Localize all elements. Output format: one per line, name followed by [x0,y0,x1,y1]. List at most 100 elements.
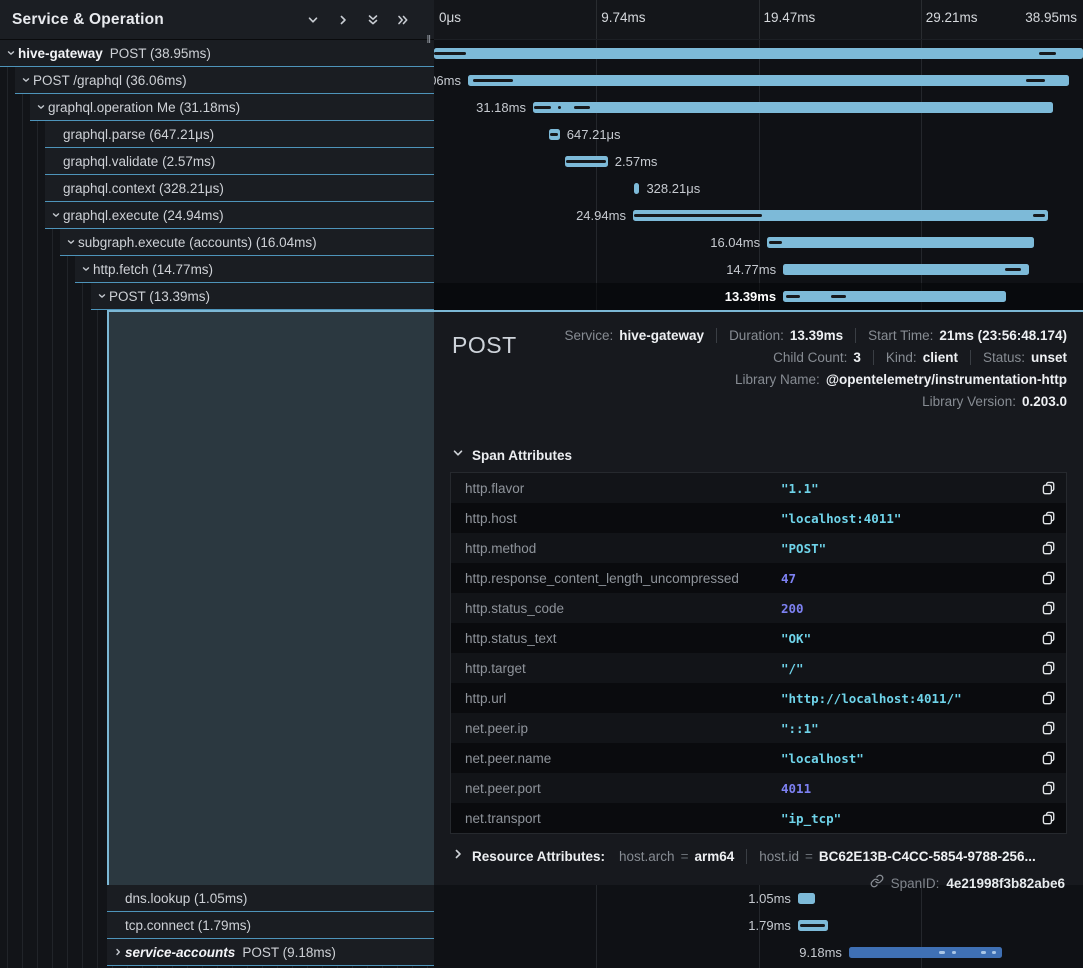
span-label: POST /graphql (36.06ms) [33,73,187,88]
span-row-content[interactable]: graphql.execute (24.94ms) [45,202,434,229]
copy-icon[interactable] [1042,661,1056,675]
span-row-content[interactable]: graphql.validate (2.57ms) [45,148,434,175]
copy-icon[interactable] [1042,631,1056,645]
span-row-content[interactable]: subgraph.execute (accounts) (16.04ms) [60,229,434,256]
span-duration-bar[interactable] [434,48,1083,59]
span-row-4[interactable]: graphql.validate (2.57ms) [0,148,434,175]
waterfall-row-4[interactable]: 2.57ms [434,148,1083,175]
span-duration-bar[interactable] [549,129,560,140]
waterfall-row-7[interactable]: 16.04ms [434,229,1083,256]
copy-icon[interactable] [1042,481,1056,495]
span-duration-bar[interactable] [849,947,1002,958]
resource-key: host.id [759,849,799,864]
span-duration-bar[interactable] [633,210,1049,221]
span-duration-bar[interactable] [533,102,1053,113]
span-row-content[interactable]: service-accountsPOST (9.18ms) [107,939,434,966]
span-row-content[interactable]: POST /graphql (36.06ms) [15,67,434,94]
copy-icon[interactable] [1042,781,1056,795]
span-row-content[interactable]: http.fetch (14.77ms) [75,256,434,283]
copy-icon[interactable] [1042,601,1056,615]
span-row-content[interactable]: tcp.connect (1.79ms) [107,912,434,939]
copy-icon[interactable] [1042,751,1056,765]
span-row-9[interactable]: POST (13.39ms) [0,283,434,310]
span-row-2[interactable]: graphql.operation Me (31.18ms) [0,94,434,121]
span-attributes-section-toggle[interactable]: Span Attributes [452,446,1067,464]
copy-icon[interactable] [1042,511,1056,525]
copy-icon[interactable] [1042,541,1056,555]
span-duration-bar[interactable] [468,75,1069,86]
chevron-down-icon[interactable] [79,264,93,274]
waterfall-row-1[interactable]: 36.06ms [434,67,1083,94]
waterfall-row-12[interactable]: 9.18ms [434,939,1083,966]
trace-viewer: Service & Operation ‖ hive-gatewayPOST (… [0,0,1083,968]
waterfall-row-0[interactable] [434,40,1083,67]
duration-label: 647.21μs [567,127,621,142]
span-duration-bar[interactable] [783,264,1029,275]
span-row-1[interactable]: POST /graphql (36.06ms) [0,67,434,94]
copy-icon[interactable] [1042,571,1056,585]
span-row-content[interactable]: graphql.context (328.21μs) [45,175,434,202]
span-id-row: SpanID: 4e21998f3b82abe6 [450,874,1067,893]
chevron-down-icon[interactable] [49,210,63,220]
chevron-down-icon[interactable] [64,237,78,247]
child-span-marker [566,160,606,163]
span-duration-bar[interactable] [783,291,1006,302]
chevron-down-icon[interactable] [19,75,33,85]
chevron-right-icon[interactable] [336,13,350,27]
span-label: dns.lookup (1.05ms) [125,891,247,906]
copy-icon[interactable] [1042,721,1056,735]
span-detail-header: POST Service:hive-gatewayDuration:13.39m… [450,326,1067,426]
child-span-marker [939,951,945,954]
duration-label: 14.77ms [726,262,776,277]
chevron-right-icon[interactable] [111,947,125,957]
chevron-down-icon[interactable] [95,291,109,301]
span-duration-bar[interactable] [565,156,608,167]
span-duration-bar[interactable] [634,183,639,194]
child-span-marker [1026,79,1044,82]
waterfall-row-2[interactable]: 31.18ms [434,94,1083,121]
attribute-key: net.transport [451,811,541,826]
chevron-down-icon[interactable] [306,13,320,27]
span-row-6[interactable]: graphql.execute (24.94ms) [0,202,434,229]
child-span-marker [1005,268,1022,271]
span-row-7[interactable]: subgraph.execute (accounts) (16.04ms) [0,229,434,256]
span-duration-bar[interactable] [798,920,828,931]
span-row-12[interactable]: service-accountsPOST (9.18ms) [0,939,434,966]
span-row-0[interactable]: hive-gatewayPOST (38.95ms) [0,40,434,67]
span-row-content[interactable]: graphql.parse (647.21μs) [45,121,434,148]
waterfall-row-3[interactable]: 647.21μs [434,121,1083,148]
panel-resize-handle[interactable]: ‖ [426,34,431,46]
span-row-content[interactable]: hive-gatewayPOST (38.95ms) [0,40,434,67]
span-row-8[interactable]: http.fetch (14.77ms) [0,256,434,283]
waterfall-row-5[interactable]: 328.21μs [434,175,1083,202]
double-chevron-right-icon[interactable] [396,13,410,27]
meta-value: 3 [853,350,861,365]
attribute-row: http.response_content_length_uncompresse… [451,563,1066,593]
span-row-content[interactable]: dns.lookup (1.05ms) [107,885,434,912]
duration-label: 16.04ms [710,235,760,250]
attribute-key: net.peer.name [451,751,551,766]
meta-item: Service:hive-gateway [564,328,704,343]
waterfall-row-6[interactable]: 24.94ms [434,202,1083,229]
span-row-5[interactable]: graphql.context (328.21μs) [0,175,434,202]
waterfall-row-11[interactable]: 1.79ms [434,912,1083,939]
span-row-11[interactable]: tcp.connect (1.79ms) [0,912,434,939]
link-icon[interactable] [870,874,884,893]
waterfall-row-9[interactable]: 13.39ms [434,283,1083,310]
span-duration-bar[interactable] [798,893,815,904]
span-row-3[interactable]: graphql.parse (647.21μs) [0,121,434,148]
copy-icon[interactable] [1042,811,1056,825]
attribute-value: "1.1" [781,481,819,496]
waterfall-row-8[interactable]: 14.77ms [434,256,1083,283]
span-row-content[interactable]: POST (13.39ms) [91,283,434,310]
chevron-down-icon[interactable] [4,48,18,58]
span-row-content[interactable]: graphql.operation Me (31.18ms) [30,94,434,121]
copy-icon[interactable] [1042,691,1056,705]
double-chevron-down-icon[interactable] [366,13,380,27]
resource-attributes-row[interactable]: Resource Attributes: host.arch=arm64host… [450,847,1067,865]
span-row-10[interactable]: dns.lookup (1.05ms) [0,885,434,912]
span-duration-bar[interactable] [767,237,1034,248]
meta-item: Library Name:@opentelemetry/instrumentat… [735,372,1067,387]
timeline-tick: 9.74ms [601,10,645,25]
chevron-down-icon[interactable] [34,102,48,112]
